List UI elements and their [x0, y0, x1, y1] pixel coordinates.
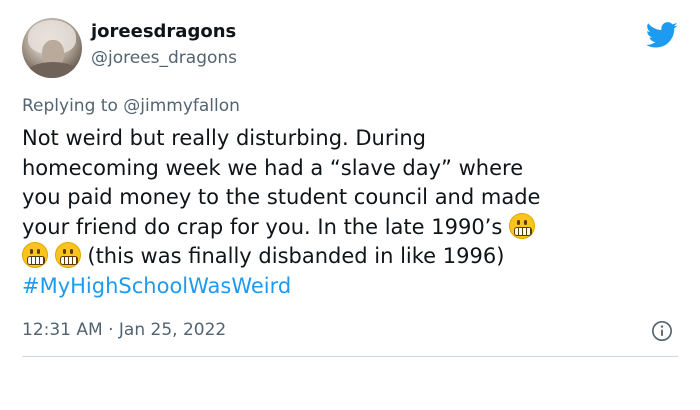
tweet-text-line: you paid money to the student council an…	[22, 185, 541, 209]
author-handle[interactable]: @jorees_dragons	[91, 46, 237, 70]
tweet-timestamp[interactable]: 12:31 AM · Jan 25, 2022	[22, 318, 226, 342]
info-icon[interactable]	[651, 320, 673, 342]
hashtag-link[interactable]: #MyHighSchoolWasWeird	[22, 274, 291, 298]
tweet-text-line-content: (this was finally disbanded in like 1996…	[87, 244, 505, 268]
tweet-text-line: (this was finally disbanded in like 1996…	[22, 242, 682, 272]
author-names: joreesdragons @jorees_dragons	[91, 20, 237, 70]
grimacing-face-emoji	[508, 212, 535, 239]
tweet-text-line: homecoming week we had a “slave day” whe…	[22, 155, 524, 180]
tweet-text-line: your friend do crap for you. In the late…	[22, 212, 682, 243]
replying-to: Replying to @jimmyfallon	[22, 94, 240, 118]
replying-to-label: Replying to	[22, 96, 118, 116]
avatar-shoulder	[26, 62, 80, 78]
grimacing-face-emoji	[22, 242, 48, 268]
grimacing-face-emoji	[54, 242, 81, 268]
divider	[22, 356, 678, 357]
author-display-name[interactable]: joreesdragons	[91, 20, 237, 44]
tweet-header: joreesdragons @jorees_dragons	[22, 18, 237, 78]
tweet-text: Not weird but really disturbing. During …	[22, 124, 682, 301]
replying-to-mention[interactable]: @jimmyfallon	[123, 96, 240, 116]
avatar[interactable]	[22, 18, 82, 78]
twitter-bird-icon[interactable]	[646, 22, 678, 49]
tweet-text-line-content: your friend do crap for you. In the late…	[22, 214, 503, 239]
tweet-text-line: #MyHighSchoolWasWeird	[22, 272, 682, 302]
tweet-text-line: Not weird but really disturbing. During	[22, 126, 426, 150]
tweet-card: joreesdragons @jorees_dragons Replying t…	[0, 0, 700, 410]
